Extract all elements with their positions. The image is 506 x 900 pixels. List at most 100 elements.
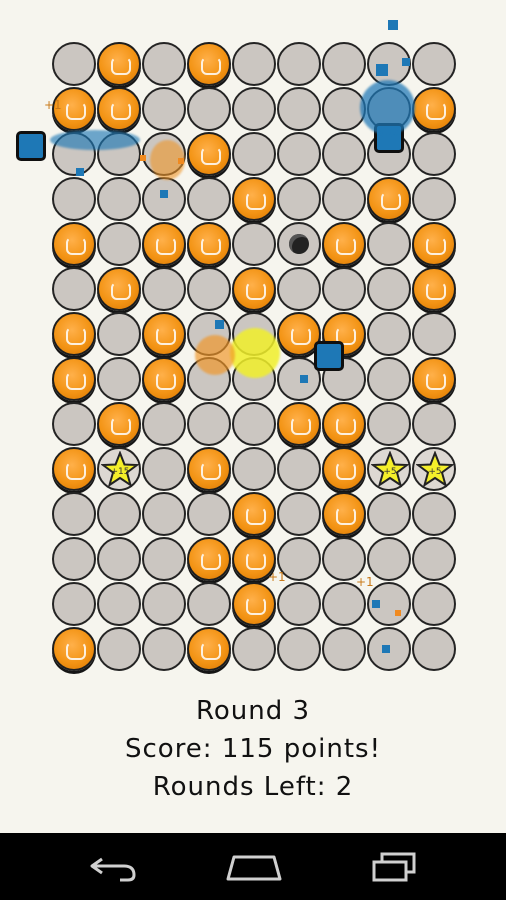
orange-disc-cell[interactable]: [322, 402, 366, 446]
empty-cell[interactable]: [97, 582, 141, 626]
orange-disc-cell[interactable]: [232, 582, 276, 626]
empty-cell[interactable]: [52, 402, 96, 446]
orange-disc-cell[interactable]: [52, 357, 96, 401]
empty-cell[interactable]: [97, 492, 141, 536]
orange-disc-cell[interactable]: [142, 312, 186, 356]
empty-cell[interactable]: [187, 582, 231, 626]
empty-cell[interactable]: [232, 132, 276, 176]
empty-cell[interactable]: [412, 312, 456, 356]
orange-disc-cell[interactable]: [97, 267, 141, 311]
empty-cell[interactable]: [367, 357, 411, 401]
empty-cell[interactable]: [367, 222, 411, 266]
orange-disc-cell[interactable]: [97, 402, 141, 446]
empty-cell[interactable]: [187, 267, 231, 311]
empty-cell[interactable]: [52, 492, 96, 536]
empty-cell[interactable]: [277, 267, 321, 311]
orange-disc-cell[interactable]: [277, 402, 321, 446]
empty-cell[interactable]: [52, 582, 96, 626]
empty-cell[interactable]: [97, 537, 141, 581]
empty-cell[interactable]: [97, 312, 141, 356]
orange-disc-cell[interactable]: [232, 492, 276, 536]
empty-cell[interactable]: [412, 627, 456, 671]
empty-cell[interactable]: [232, 222, 276, 266]
game-board[interactable]: +15 +5 +5 +1 +1 +1: [0, 0, 506, 671]
home-button[interactable]: [224, 845, 284, 887]
empty-cell[interactable]: [412, 537, 456, 581]
empty-cell[interactable]: [232, 42, 276, 86]
empty-cell[interactable]: [412, 177, 456, 221]
empty-cell[interactable]: [412, 492, 456, 536]
orange-disc-cell[interactable]: [187, 42, 231, 86]
orange-disc-cell[interactable]: [412, 267, 456, 311]
empty-cell[interactable]: [187, 492, 231, 536]
blue-square-piece[interactable]: [16, 131, 46, 161]
empty-cell[interactable]: [322, 267, 366, 311]
empty-cell[interactable]: [367, 492, 411, 536]
recent-apps-button[interactable]: [364, 845, 424, 887]
black-bomb-cell[interactable]: [277, 222, 321, 266]
orange-disc-cell[interactable]: [97, 42, 141, 86]
empty-cell[interactable]: [367, 402, 411, 446]
empty-cell[interactable]: [277, 447, 321, 491]
empty-cell[interactable]: [142, 537, 186, 581]
orange-disc-cell[interactable]: [52, 312, 96, 356]
star-bonus-cell[interactable]: +15: [97, 447, 141, 491]
star-bonus-cell[interactable]: +5: [412, 447, 456, 491]
empty-cell[interactable]: [142, 492, 186, 536]
empty-cell[interactable]: [277, 582, 321, 626]
empty-cell[interactable]: [142, 87, 186, 131]
empty-cell[interactable]: [322, 177, 366, 221]
blue-square-piece[interactable]: [314, 341, 344, 371]
orange-disc-cell[interactable]: [52, 627, 96, 671]
empty-cell[interactable]: [232, 87, 276, 131]
empty-cell[interactable]: [142, 267, 186, 311]
empty-cell[interactable]: [97, 222, 141, 266]
orange-disc-cell[interactable]: [322, 492, 366, 536]
empty-cell[interactable]: [277, 492, 321, 536]
empty-cell[interactable]: [412, 582, 456, 626]
empty-cell[interactable]: [97, 627, 141, 671]
empty-cell[interactable]: [187, 402, 231, 446]
empty-cell[interactable]: [322, 627, 366, 671]
empty-cell[interactable]: [52, 177, 96, 221]
orange-disc-cell[interactable]: [97, 87, 141, 131]
empty-cell[interactable]: [367, 312, 411, 356]
empty-cell[interactable]: [277, 42, 321, 86]
orange-disc-cell[interactable]: [412, 357, 456, 401]
empty-cell[interactable]: [322, 132, 366, 176]
empty-cell[interactable]: [232, 627, 276, 671]
empty-cell[interactable]: [277, 627, 321, 671]
orange-disc-cell[interactable]: [187, 222, 231, 266]
orange-disc-cell[interactable]: [412, 87, 456, 131]
empty-cell[interactable]: [232, 402, 276, 446]
back-button[interactable]: [84, 845, 144, 887]
orange-disc-cell[interactable]: [52, 447, 96, 491]
empty-cell[interactable]: [142, 42, 186, 86]
orange-disc-cell[interactable]: [232, 177, 276, 221]
empty-cell[interactable]: [97, 357, 141, 401]
empty-cell[interactable]: [232, 447, 276, 491]
orange-disc-cell[interactable]: [142, 222, 186, 266]
orange-disc-cell[interactable]: [187, 132, 231, 176]
orange-disc-cell[interactable]: [142, 357, 186, 401]
empty-cell[interactable]: [97, 177, 141, 221]
empty-cell[interactable]: [142, 177, 186, 221]
empty-cell[interactable]: [142, 582, 186, 626]
empty-cell[interactable]: [412, 402, 456, 446]
orange-disc-cell[interactable]: [52, 222, 96, 266]
empty-cell[interactable]: [277, 132, 321, 176]
empty-cell[interactable]: [367, 267, 411, 311]
empty-cell[interactable]: [52, 267, 96, 311]
orange-disc-cell[interactable]: [187, 627, 231, 671]
empty-cell[interactable]: [187, 87, 231, 131]
orange-disc-cell[interactable]: [187, 447, 231, 491]
orange-disc-cell[interactable]: [322, 222, 366, 266]
orange-disc-cell[interactable]: [187, 537, 231, 581]
orange-disc-cell[interactable]: [232, 267, 276, 311]
orange-disc-cell[interactable]: [322, 447, 366, 491]
star-bonus-cell[interactable]: +5: [367, 447, 411, 491]
empty-cell[interactable]: [142, 627, 186, 671]
empty-cell[interactable]: [187, 177, 231, 221]
empty-cell[interactable]: [277, 177, 321, 221]
orange-disc-cell[interactable]: [412, 222, 456, 266]
